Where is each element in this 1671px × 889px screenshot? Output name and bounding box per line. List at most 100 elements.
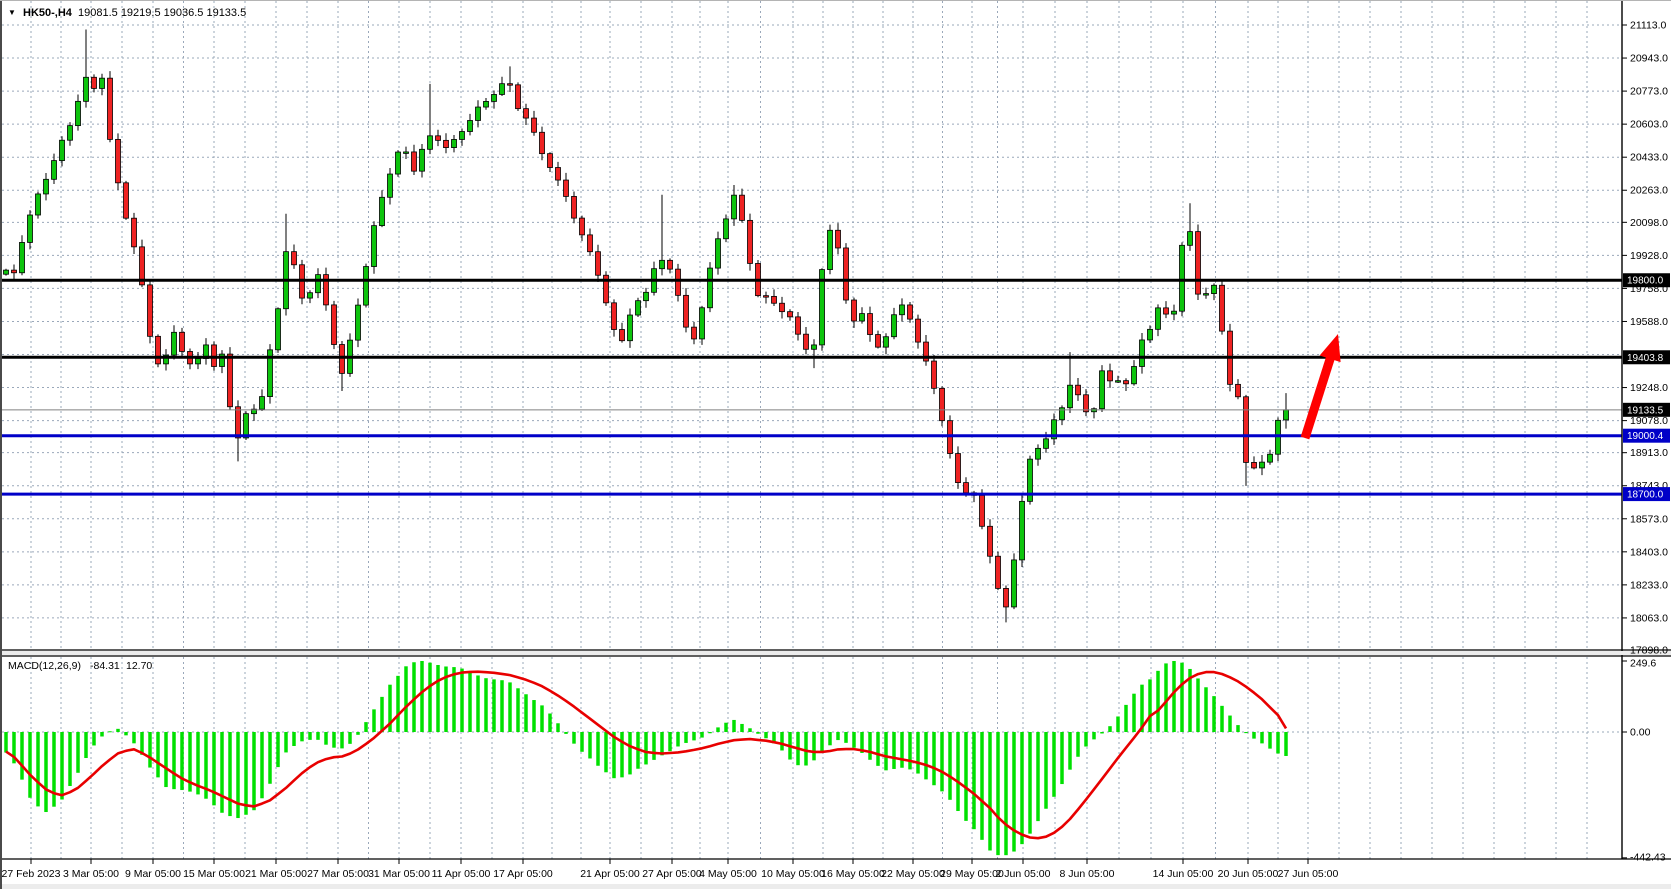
candle-bullish	[716, 239, 721, 268]
macd-bar	[852, 732, 856, 748]
candle-bearish	[524, 109, 529, 118]
candle-bearish	[228, 354, 233, 407]
macd-bar	[900, 732, 904, 768]
macd-bar	[180, 732, 184, 790]
candle-bearish	[516, 85, 521, 109]
candle-bearish	[1196, 232, 1201, 294]
macd-bar	[716, 727, 720, 732]
macd-bar	[668, 732, 672, 751]
macd-bar	[172, 732, 176, 789]
candle-bullish	[1204, 294, 1209, 296]
macd-bar	[68, 732, 72, 786]
macd-bar	[620, 732, 624, 777]
candle-bullish	[84, 77, 89, 101]
candle-bearish	[940, 388, 945, 420]
candle-bearish	[1124, 381, 1129, 384]
macd-bar	[1004, 732, 1008, 855]
candle-bullish	[484, 101, 489, 107]
candle-bearish	[748, 220, 753, 263]
macd-bar	[268, 732, 272, 784]
candle-bearish	[980, 495, 985, 526]
macd-bar	[628, 732, 632, 774]
macd-signal-value: 12.70	[126, 660, 152, 672]
symbol-period-label: HK50-,H4	[23, 7, 73, 19]
macd-bar	[4, 732, 8, 752]
macd-bar	[396, 676, 400, 732]
time-label: 17 Apr 05:00	[493, 868, 553, 880]
price-label-19800.0: 19800.0	[1627, 276, 1664, 287]
candle-bullish	[1212, 285, 1217, 293]
macd-bar	[940, 732, 944, 791]
candle-bullish	[460, 132, 465, 140]
candle-bearish	[612, 303, 617, 330]
candle-bullish	[708, 268, 713, 308]
price-tick-18063.0: 18063.0	[1630, 612, 1668, 624]
macd-bar	[1244, 732, 1248, 733]
price-tick-20943.0: 20943.0	[1630, 53, 1668, 65]
candle-bearish	[340, 345, 345, 374]
macd-bar	[1228, 716, 1232, 732]
macd-bar	[652, 732, 656, 760]
macd-bar	[452, 667, 456, 732]
macd-bar	[316, 732, 320, 740]
candle-bearish	[668, 260, 673, 269]
macd-bar	[500, 680, 504, 732]
chart-canvas[interactable]: 21113.020943.020773.020603.020433.020263…	[0, 1, 1671, 889]
time-label: 2 Jun 05:00	[996, 868, 1051, 880]
candle-bearish	[580, 218, 585, 235]
price-tick-20433.0: 20433.0	[1630, 152, 1668, 164]
candle-bearish	[556, 168, 561, 181]
price-tick-20263.0: 20263.0	[1630, 185, 1668, 197]
macd-bar	[540, 705, 544, 732]
macd-tick-249.6: 249.6	[1630, 658, 1656, 670]
macd-bar	[1260, 732, 1264, 743]
time-label: 16 May 05:00	[821, 868, 885, 880]
candle-bullish	[500, 84, 505, 95]
macd-bar	[596, 732, 600, 766]
macd-bar	[1020, 732, 1024, 844]
macd-bar	[948, 732, 952, 800]
price-tick-20603.0: 20603.0	[1630, 119, 1668, 131]
candle-bearish	[548, 154, 553, 168]
time-label: 3 Mar 05:00	[63, 868, 119, 880]
candle-bullish	[276, 309, 281, 350]
candle-bearish	[588, 235, 593, 252]
macd-bar	[300, 732, 304, 741]
candle-bearish	[1004, 588, 1009, 607]
macd-bar	[836, 732, 840, 740]
macd-bar	[1148, 679, 1152, 732]
macd-bar	[932, 732, 936, 785]
candle-bullish	[76, 101, 81, 125]
candle-bearish	[1084, 395, 1089, 412]
time-label: 20 Jun 05:00	[1218, 868, 1279, 880]
macd-bar	[124, 732, 128, 735]
macd-bar	[572, 732, 576, 744]
macd-bar	[156, 732, 160, 777]
candle-bullish	[20, 242, 25, 272]
macd-bar	[588, 732, 592, 758]
symbol-dropdown-icon[interactable]: ▼	[8, 8, 16, 17]
candle-bullish	[1132, 366, 1137, 383]
candle-bearish	[996, 556, 1001, 588]
macd-bar	[292, 732, 296, 746]
macd-bar	[84, 732, 88, 758]
macd-bar	[116, 729, 120, 732]
time-label: 29 May 05:00	[940, 868, 1004, 880]
macd-bar	[1180, 663, 1184, 732]
candle-bullish	[44, 179, 49, 194]
candle-bullish	[396, 152, 401, 174]
candle-bearish	[988, 526, 993, 556]
candle-bullish	[1284, 410, 1289, 420]
macd-bar	[1164, 663, 1168, 732]
time-label: 27 Mar 05:00	[307, 868, 369, 880]
macd-bar	[356, 732, 360, 735]
candle-bullish	[1100, 371, 1105, 409]
macd-bar	[684, 732, 688, 743]
macd-bar	[244, 732, 248, 815]
candle-bullish	[1020, 501, 1025, 560]
macd-bar	[892, 732, 896, 769]
candle-bearish	[292, 252, 297, 265]
macd-bar	[644, 732, 648, 764]
time-label: 27 Jun 05:00	[1278, 868, 1339, 880]
candle-bullish	[1116, 381, 1121, 383]
